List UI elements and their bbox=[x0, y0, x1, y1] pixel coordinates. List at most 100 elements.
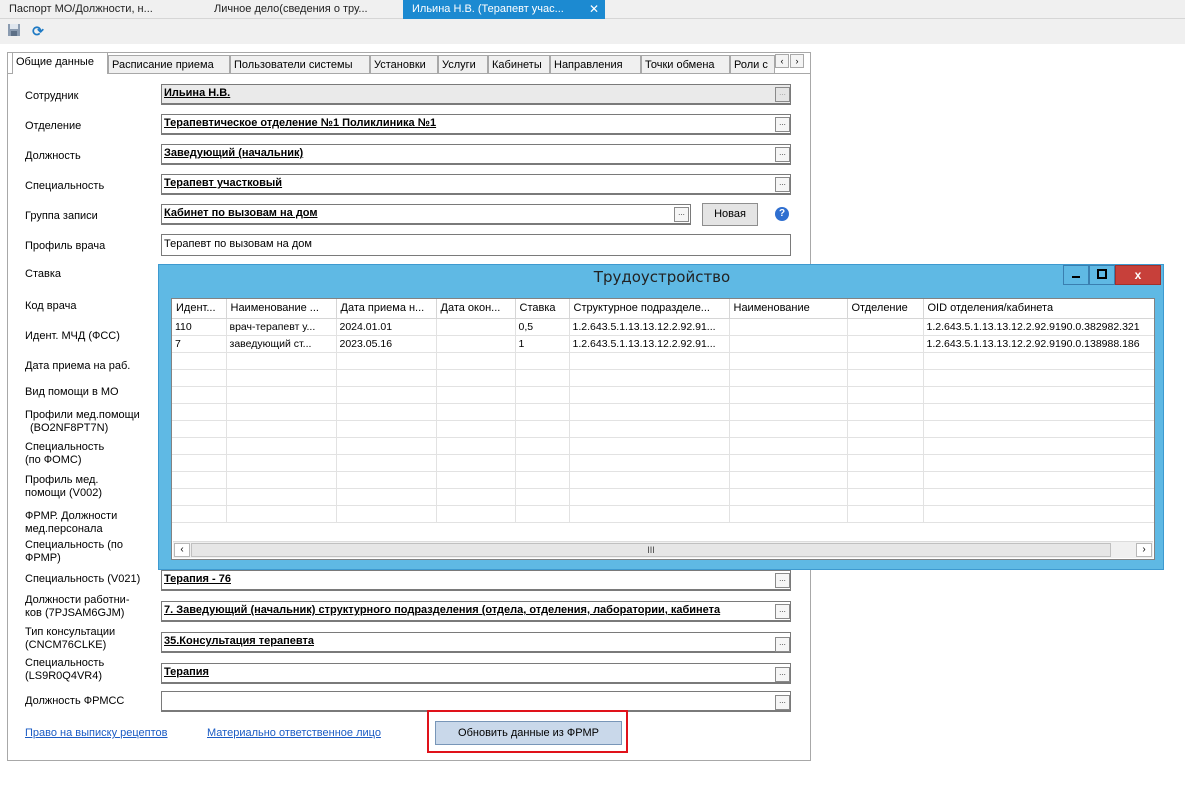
tab-users[interactable]: Пользователи системы bbox=[230, 55, 370, 74]
table-row[interactable] bbox=[172, 454, 1154, 472]
position-field[interactable]: Заведующий (начальник) bbox=[161, 144, 791, 165]
ellipsis-button[interactable]: ... bbox=[775, 147, 790, 162]
ellipsis-button[interactable]: ... bbox=[775, 573, 790, 588]
tab-directions[interactable]: Направления bbox=[550, 55, 641, 74]
scroll-thumb[interactable]: III bbox=[191, 543, 1111, 557]
table-cell bbox=[172, 420, 227, 438]
table-row[interactable] bbox=[172, 488, 1154, 506]
tab-cabinets[interactable]: Кабинеты bbox=[488, 55, 550, 74]
table-cell bbox=[172, 369, 227, 387]
refresh-icon[interactable]: ⟳ bbox=[30, 23, 46, 39]
specialty-label: Специальность bbox=[25, 180, 105, 192]
table-row[interactable] bbox=[172, 471, 1154, 489]
department-field[interactable]: Терапевтическое отделение №1 Поликлиника… bbox=[161, 114, 791, 135]
med-profiles-label: Профили мед.помощи bbox=[25, 409, 140, 421]
table-row[interactable] bbox=[172, 437, 1154, 455]
save-icon[interactable] bbox=[6, 23, 22, 39]
doc-tab-personal-file[interactable]: Личное дело(сведения о тру... bbox=[205, 0, 400, 19]
ellipsis-button[interactable]: ... bbox=[775, 667, 790, 682]
table-row[interactable] bbox=[172, 505, 1154, 523]
column-header[interactable]: Наименование ... bbox=[226, 299, 337, 319]
table-row[interactable] bbox=[172, 420, 1154, 438]
table-cell bbox=[436, 318, 516, 336]
table-cell bbox=[172, 386, 227, 404]
mchd-label: Идент. МЧД (ФСС) bbox=[25, 330, 120, 342]
column-header[interactable]: Наименование bbox=[729, 299, 848, 319]
table-cell: 7 bbox=[172, 335, 227, 353]
table-cell bbox=[436, 369, 516, 387]
column-header[interactable]: Ставка bbox=[515, 299, 570, 319]
table-cell: 2024.01.01 bbox=[336, 318, 437, 336]
group-field[interactable]: Кабинет по вызовам на дом bbox=[161, 204, 691, 225]
doc-tab-employee[interactable]: Ильина Н.В. (Терапевт учас... ✕ bbox=[403, 0, 605, 19]
table-cell bbox=[729, 471, 848, 489]
close-icon[interactable]: ✕ bbox=[589, 0, 599, 18]
ellipsis-button[interactable]: ... bbox=[775, 87, 790, 102]
column-header[interactable]: Структурное подразделе... bbox=[569, 299, 730, 319]
table-cell bbox=[436, 386, 516, 404]
table-cell bbox=[436, 420, 516, 438]
ellipsis-button[interactable]: ... bbox=[674, 207, 689, 222]
help-icon[interactable]: ? bbox=[775, 207, 789, 221]
column-header[interactable]: OID отделения/кабинета bbox=[923, 299, 1154, 319]
specialty-field[interactable]: Терапевт участковый bbox=[161, 174, 791, 195]
new-group-button[interactable]: Новая bbox=[702, 203, 758, 226]
table-cell bbox=[729, 403, 848, 421]
table-cell bbox=[172, 352, 227, 370]
profile-field[interactable]: Терапевт по вызовам на дом bbox=[161, 234, 791, 256]
table-cell bbox=[847, 471, 924, 489]
tabs-scroll-left-icon[interactable]: ‹ bbox=[775, 54, 789, 68]
tab-exchange-points[interactable]: Точки обмена bbox=[641, 55, 730, 74]
tab-schedule[interactable]: Расписание приема bbox=[108, 55, 230, 74]
tab-services[interactable]: Услуги bbox=[438, 55, 488, 74]
prescriptions-link[interactable]: Право на выписку рецептов bbox=[25, 727, 168, 739]
scroll-left-icon[interactable]: ‹ bbox=[174, 543, 190, 557]
table-cell bbox=[336, 420, 437, 438]
table-row[interactable]: 110 врач-терапевт у... 2024.01.01 0,5 1.2.64… bbox=[172, 318, 1154, 336]
table-cell bbox=[172, 505, 227, 523]
v021-field[interactable]: Терапия - 76 bbox=[161, 570, 791, 591]
v002-sub-label: помощи (V002) bbox=[25, 487, 103, 499]
doc-tab-passport[interactable]: Паспорт МО/Должности, н... bbox=[0, 0, 197, 19]
column-header[interactable]: Дата окон... bbox=[436, 299, 516, 319]
consultation-field[interactable]: 35.Консультация терапевта bbox=[161, 632, 791, 653]
table-cell bbox=[923, 403, 1154, 421]
table-row[interactable] bbox=[172, 352, 1154, 370]
table-cell: 1.2.643.5.1.13.13.12.2.92.91... bbox=[569, 318, 730, 336]
table-row[interactable]: 7 заведующий ст... 2023.05.16 1 1.2.643.5.1.… bbox=[172, 335, 1154, 353]
ellipsis-button[interactable]: ... bbox=[775, 177, 790, 192]
tab-label: Пользователи системы bbox=[234, 59, 353, 71]
column-header[interactable]: Отделение bbox=[847, 299, 924, 319]
table-cell bbox=[569, 454, 730, 472]
table-cell bbox=[172, 454, 227, 472]
care-type-label: Вид помощи в МО bbox=[25, 386, 119, 398]
tab-general[interactable]: Общие данные bbox=[12, 52, 108, 74]
table-cell bbox=[569, 352, 730, 370]
tab-settings[interactable]: Установки bbox=[370, 55, 438, 74]
minimize-icon[interactable] bbox=[1063, 265, 1089, 285]
maximize-icon[interactable] bbox=[1089, 265, 1115, 285]
employee-field[interactable]: Ильина Н.В. bbox=[161, 84, 791, 105]
frmss-field[interactable] bbox=[161, 691, 791, 712]
horizontal-scrollbar[interactable]: ‹ III › bbox=[173, 541, 1153, 558]
tabs-scroll-right-icon[interactable]: › bbox=[790, 54, 804, 68]
close-icon[interactable]: x bbox=[1115, 265, 1161, 285]
column-header[interactable]: Идент... bbox=[172, 299, 227, 319]
table-cell bbox=[729, 454, 848, 472]
tab-roles[interactable]: Роли с bbox=[730, 55, 775, 74]
table-row[interactable] bbox=[172, 403, 1154, 421]
ellipsis-button[interactable]: ... bbox=[775, 117, 790, 132]
ellipsis-button[interactable]: ... bbox=[775, 604, 790, 619]
table-cell bbox=[226, 386, 337, 404]
tab-label: Установки bbox=[374, 59, 426, 71]
table-row[interactable] bbox=[172, 369, 1154, 387]
ls-specialty-field[interactable]: Терапия bbox=[161, 663, 791, 684]
scroll-right-icon[interactable]: › bbox=[1136, 543, 1152, 557]
table-cell bbox=[729, 352, 848, 370]
column-header[interactable]: Дата приема н... bbox=[336, 299, 437, 319]
table-row[interactable] bbox=[172, 386, 1154, 404]
responsible-person-link[interactable]: Материально ответственное лицо bbox=[207, 727, 381, 739]
ellipsis-button[interactable]: ... bbox=[775, 695, 790, 710]
worker-positions-field[interactable]: 7. Заведующий (начальник) структурного п… bbox=[161, 601, 791, 622]
ellipsis-button[interactable]: ... bbox=[775, 637, 790, 652]
